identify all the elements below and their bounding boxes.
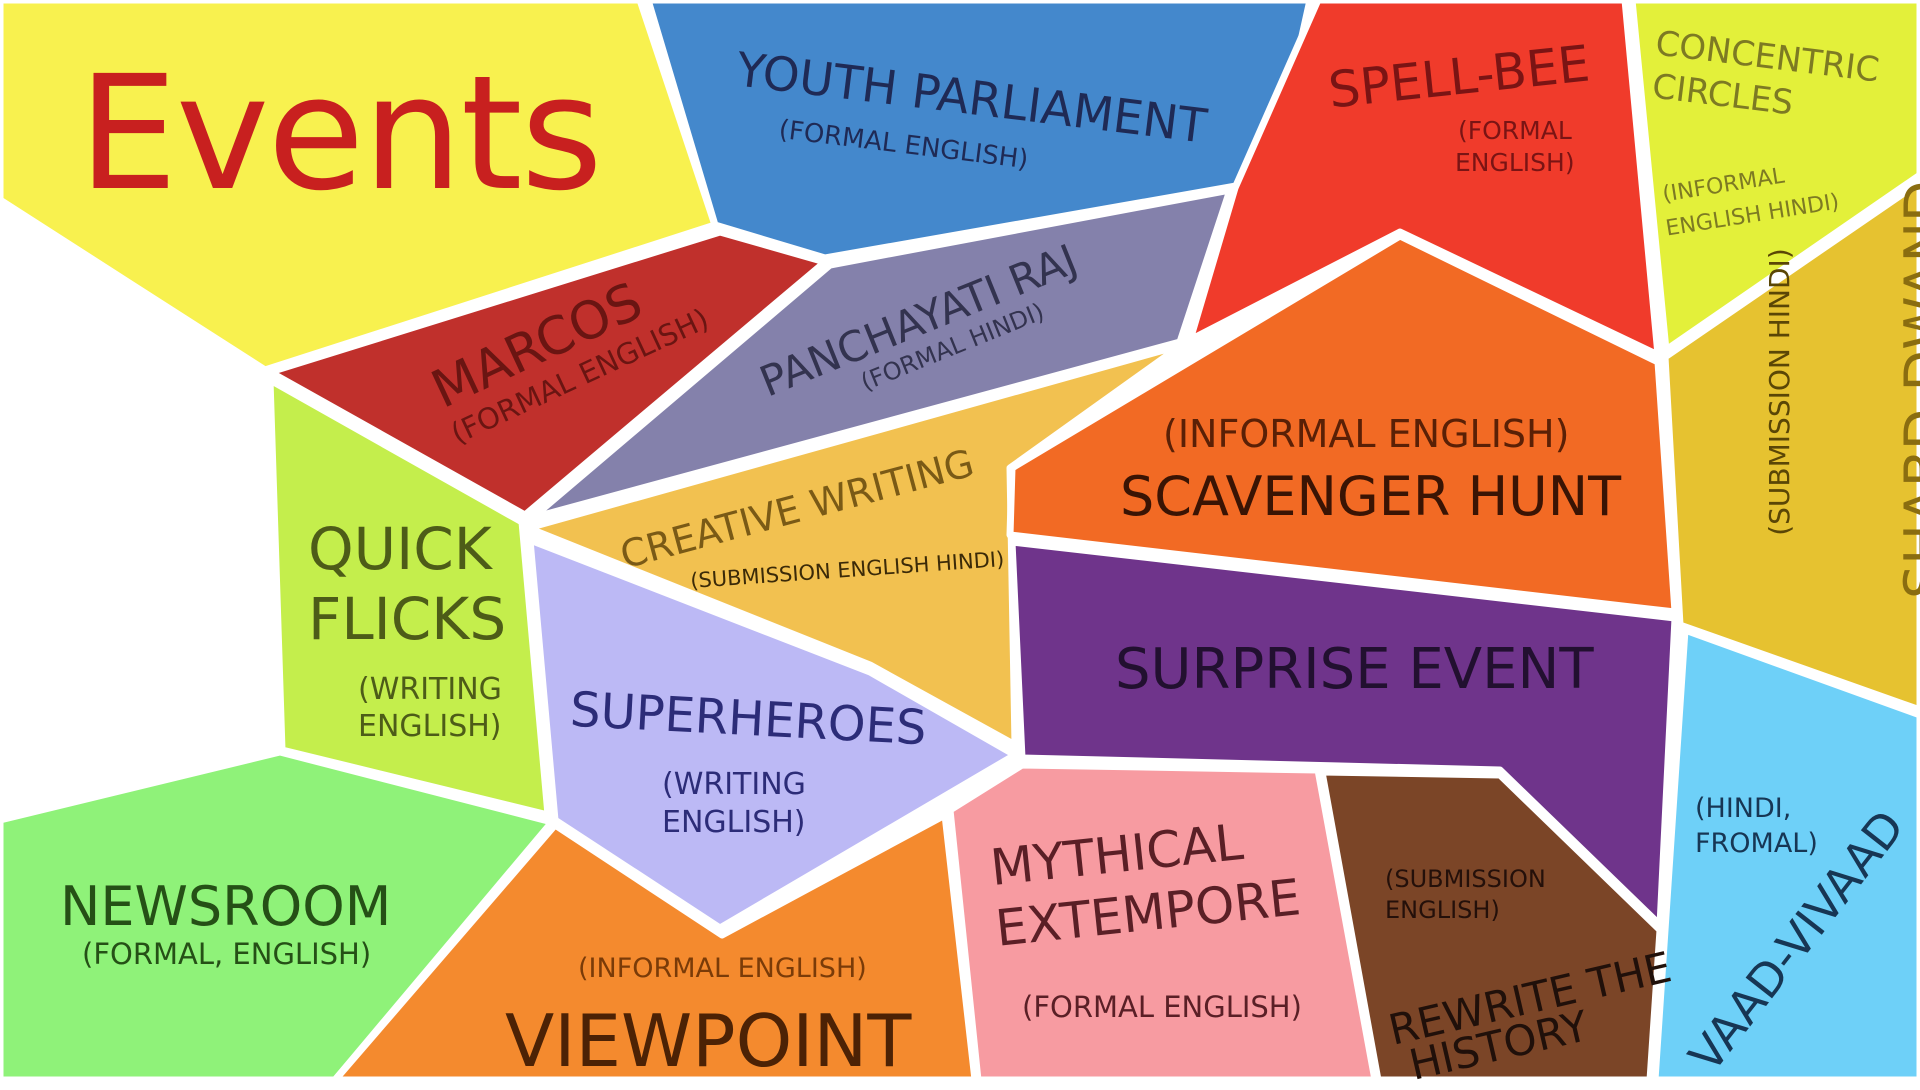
spell-bee-type-line1: (FORMAL xyxy=(1458,116,1572,145)
shabd-dwand-name: SHABD DWAND xyxy=(1893,180,1920,599)
spell-bee-type-line2: ENGLISH) xyxy=(1455,148,1575,177)
vaad-vivaad-type-line2: FROMAL) xyxy=(1695,828,1818,859)
viewpoint-type: (INFORMAL ENGLISH) xyxy=(578,953,867,984)
newsroom-type: (FORMAL, ENGLISH) xyxy=(82,937,372,971)
scavenger-hunt-name: SCAVENGER HUNT xyxy=(1120,465,1622,528)
rewrite-history-type-line1: (SUBMISSION xyxy=(1385,865,1546,893)
superheroes-type-line2: ENGLISH) xyxy=(662,805,806,840)
quick-flicks-name-line2: FLICKS xyxy=(308,585,507,653)
mythical-extempore-type: (FORMAL ENGLISH) xyxy=(1022,990,1302,1024)
newsroom-name: NEWSROOM xyxy=(60,875,392,938)
quick-flicks-name-line1: QUICK xyxy=(308,515,492,583)
events-board: Events YOUTH PARLIAMENT (FORMAL ENGLISH)… xyxy=(0,0,1920,1090)
scavenger-hunt-type: (INFORMAL ENGLISH) xyxy=(1163,412,1570,456)
vaad-vivaad-type-line1: (HINDI, xyxy=(1695,793,1792,824)
viewpoint-name: VIEWPOINT xyxy=(505,999,912,1083)
quick-flicks-type-line1: (WRITING xyxy=(358,672,502,707)
superheroes-type-line1: (WRITING xyxy=(662,767,806,802)
rewrite-history-type-line2: ENGLISH) xyxy=(1385,896,1500,924)
page-title: Events xyxy=(78,42,603,226)
quick-flicks-type-line2: ENGLISH) xyxy=(358,709,502,744)
surprise-event-name: SURPRISE EVENT xyxy=(1115,637,1594,702)
shabd-dwand-type: (SUBMISSION HINDI) xyxy=(1763,248,1796,536)
